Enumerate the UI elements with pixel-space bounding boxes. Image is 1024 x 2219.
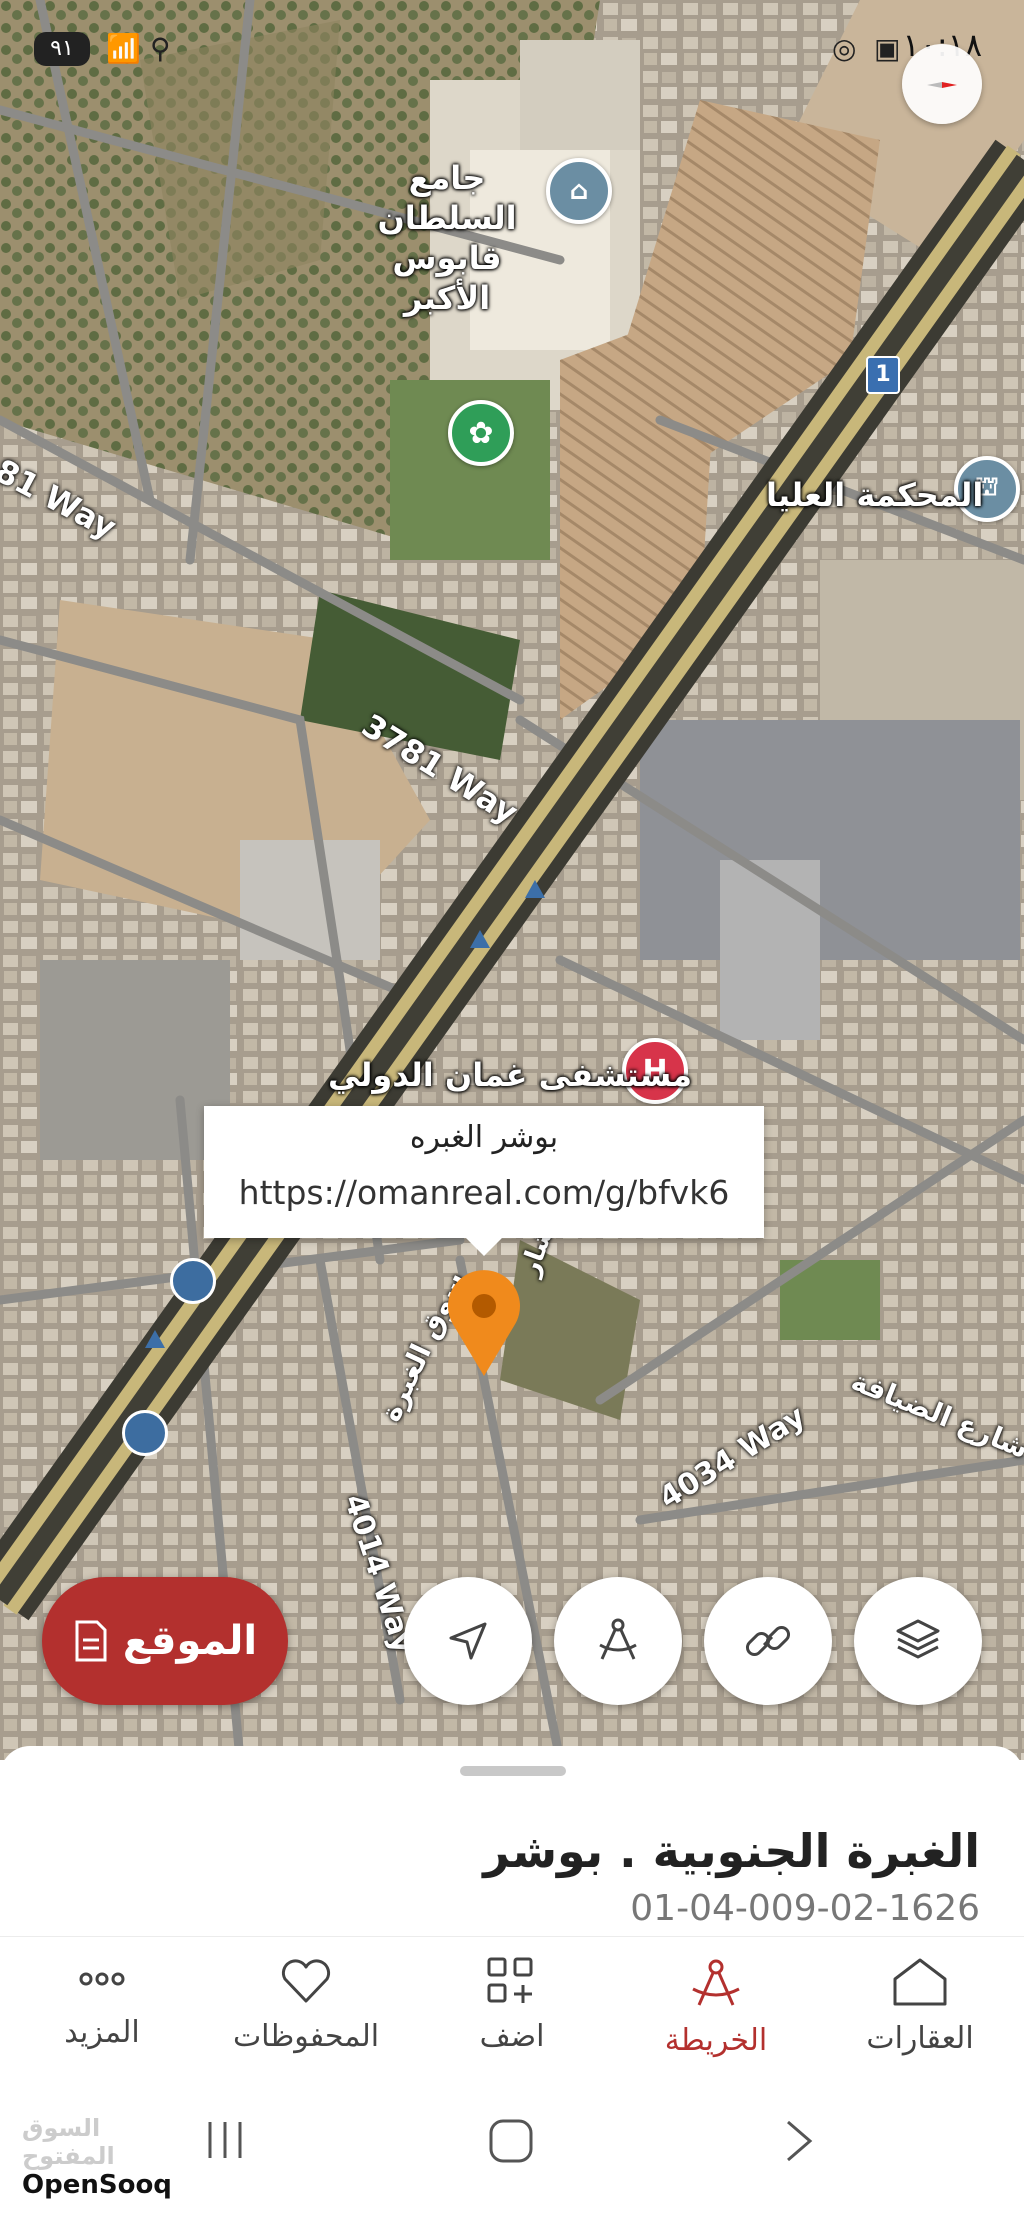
nav-item-add[interactable]: اضف [412, 1957, 612, 2054]
opensooq-watermark: السوق المفتوح OpenSooq [22, 2114, 172, 2200]
layers-icon [896, 1619, 940, 1659]
nav-item-map[interactable]: الخريطة [616, 1957, 816, 2058]
system-navigation-bar: السوق المفتوح OpenSooq [0, 2086, 1024, 2219]
mosque-poi-icon[interactable]: ⌂ [546, 158, 612, 224]
bus-stop-icon[interactable] [170, 1258, 216, 1304]
nav-item-label: العقارات [866, 2021, 974, 2056]
home-icon [893, 1958, 947, 2006]
garden-poi-icon[interactable]: ✿ [448, 400, 514, 466]
document-icon [75, 1620, 107, 1662]
watermark-arabic: السوق المفتوح [22, 2114, 115, 2170]
instagram-icon: ◎ [832, 32, 857, 65]
plot-code: 01-04-009-02-1626 [630, 1888, 980, 1929]
wifi-icon: ⚲ [150, 32, 171, 65]
nav-item-label: المحفوظات [232, 2019, 380, 2054]
navigation-arrow-icon [449, 1622, 487, 1660]
court-label: المحكمة العليا [766, 476, 984, 514]
popup-tip [466, 1238, 502, 1256]
screenshot-icon: ▣ [874, 32, 901, 65]
map-compass-icon [692, 1959, 740, 2006]
add-grid-icon [487, 1957, 533, 2003]
watermark-english: OpenSooq [22, 2170, 172, 2200]
share-link-button[interactable] [704, 1577, 832, 1705]
location-details-button[interactable]: الموقع [42, 1577, 288, 1705]
location-button-label: الموقع [122, 1618, 258, 1664]
navigate-button[interactable] [404, 1577, 532, 1705]
details-sheet[interactable]: الغبرة الجنوبية . بوشر 01-04-009-02-1626 [0, 1746, 1024, 1936]
status-bar: ٩١ 📶 ⚲ ◎ ▣ ١٠:١٨ [0, 18, 1024, 78]
link-icon [745, 1625, 791, 1657]
nav-item-more[interactable]: المزيد [2, 1957, 202, 2050]
compass-needle-icon [927, 82, 957, 88]
area-title: الغبرة الجنوبية . بوشر [483, 1824, 980, 1878]
mosque-label: جامع السلطان قابوس الأكبر [377, 159, 517, 317]
nav-item-label: اضف [479, 2019, 545, 2054]
map-view[interactable]: ٩١ 📶 ⚲ ◎ ▣ ١٠:١٨ ⌂ جامع السلطان قابوس ال… [0, 0, 1024, 1760]
heart-icon [281, 1959, 331, 2003]
location-pin-icon[interactable] [446, 1268, 522, 1378]
highway-shield: 1 [866, 356, 900, 394]
location-popup[interactable]: بوشر الغبره https://omanreal.com/g/bfvk6 [204, 1106, 764, 1256]
hospital-label: مستشفى غمان الدولي [328, 1056, 693, 1094]
sheet-drag-handle[interactable] [460, 1766, 566, 1776]
notification-icons: 📶 [106, 32, 141, 65]
bus-stop-icon[interactable] [122, 1410, 168, 1456]
nav-item-properties[interactable]: العقارات [820, 1957, 1020, 2056]
compass-tool-icon [599, 1618, 637, 1660]
recents-icon[interactable] [204, 2120, 246, 2160]
map-layers-button[interactable] [854, 1577, 982, 1705]
battery-indicator: ٩١ [34, 32, 90, 66]
measure-button[interactable] [554, 1577, 682, 1705]
nav-item-label: المزيد [64, 2015, 140, 2050]
bottom-navigation: المزيد المحفوظات اضف الخريطة العقارات [0, 1936, 1024, 2087]
popup-url[interactable]: https://omanreal.com/g/bfvk6 [204, 1173, 764, 1212]
compass-button[interactable] [902, 44, 982, 124]
nav-item-saved[interactable]: المحفوظات [206, 1957, 406, 2054]
more-dots-icon [79, 1972, 125, 1986]
popup-title: بوشر الغبره [409, 1120, 559, 1155]
home-button-icon[interactable] [488, 2118, 534, 2164]
back-icon[interactable] [782, 2118, 816, 2164]
nav-item-label: الخريطة [664, 2023, 768, 2058]
